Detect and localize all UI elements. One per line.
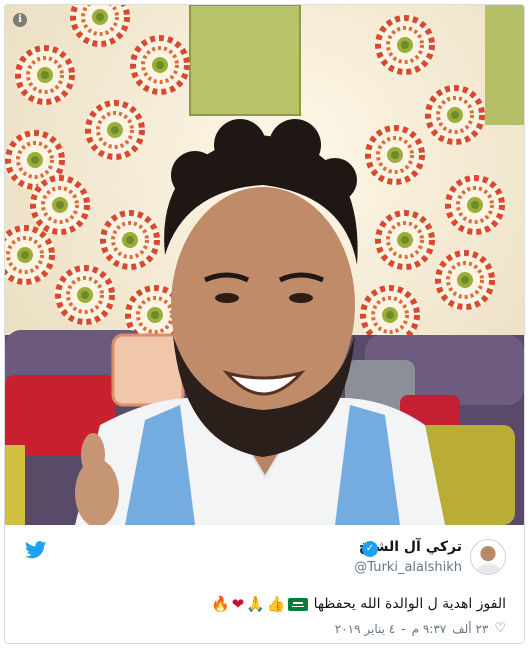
tweet-time[interactable]: ٩:٣٧ م <box>412 622 447 636</box>
user-handle[interactable]: @Turki_alalshikh <box>354 560 462 575</box>
tweet-meta: ♡ ٢٣ ألف ٩:٣٧ م - ٤ يناير ٢٠١٩ <box>335 621 506 636</box>
tweet-text-body: الفوز اهدية ل الوالدة الله يحفظها <box>313 596 506 612</box>
tweet-text: الفوز اهدية ل الوالدة الله يحفظها 🔥 ❤ 🙏 … <box>211 595 506 613</box>
thumbs-up-icon: 👍 <box>266 595 286 613</box>
avatar[interactable] <box>470 539 506 575</box>
time-date-separator: - <box>401 621 406 636</box>
photo-illustration <box>5 5 524 525</box>
tweet-date[interactable]: ٤ يناير ٢٠١٩ <box>335 622 395 636</box>
heart-icon[interactable]: ♡ <box>494 621 506 636</box>
tweet-emojis: 🔥 ❤ 🙏 👍 <box>211 595 308 613</box>
heart-emoji-icon: ❤ <box>231 595 245 613</box>
twitter-bird-icon[interactable] <box>25 541 47 559</box>
fire-icon: 🔥 <box>210 595 230 613</box>
tweet-photo[interactable]: i <box>5 5 524 525</box>
tweet-card[interactable]: i تركي آل الشيخ ✓ @Turki_alalshikh الفوز… <box>4 4 525 644</box>
tweet-footer: تركي آل الشيخ ✓ @Turki_alalshikh الفوز ا… <box>5 525 524 643</box>
like-count[interactable]: ٢٣ ألف <box>452 622 488 636</box>
info-icon[interactable]: i <box>13 13 27 27</box>
praying-hands-icon: 🙏 <box>246 595 265 613</box>
verified-badge-icon: ✓ <box>362 541 378 557</box>
saudi-flag-icon <box>287 597 308 611</box>
